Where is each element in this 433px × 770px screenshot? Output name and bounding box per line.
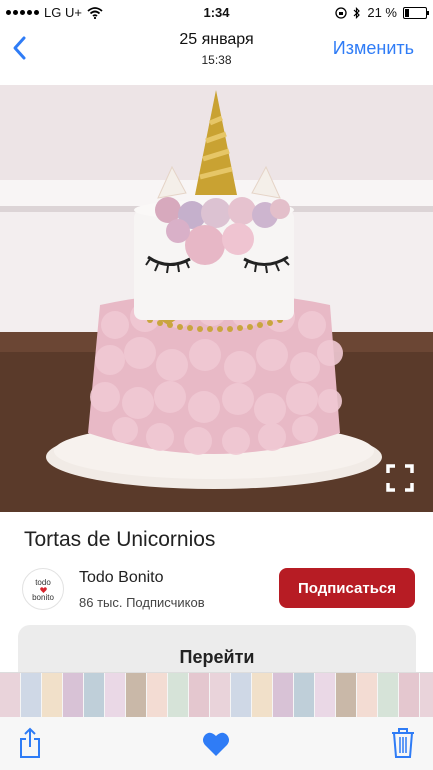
- subscribe-button[interactable]: Подписаться: [279, 568, 415, 608]
- thumbnail-item[interactable]: [420, 673, 433, 717]
- board-name[interactable]: Todo Bonito: [79, 569, 164, 587]
- thumbnail-item[interactable]: [252, 673, 272, 717]
- thumbnail-item[interactable]: [21, 673, 41, 717]
- logo-text-line1: todo: [35, 578, 51, 587]
- thumbnail-item[interactable]: [63, 673, 83, 717]
- thumbnail-item[interactable]: [210, 673, 230, 717]
- thumbnail-item[interactable]: [273, 673, 293, 717]
- thumbnail-item[interactable]: [315, 673, 335, 717]
- thumbnail-item[interactable]: [231, 673, 251, 717]
- edit-button[interactable]: Изменить: [333, 38, 414, 59]
- fullscreen-icon[interactable]: [385, 463, 415, 493]
- unicorn-cake-image: [0, 85, 433, 512]
- thumbnail-item[interactable]: [378, 673, 398, 717]
- thumbnail-item[interactable]: [42, 673, 62, 717]
- thumbnail-item[interactable]: [168, 673, 188, 717]
- navigation-bar: 25 января 15:38 Изменить: [0, 26, 433, 72]
- heart-icon[interactable]: [202, 731, 230, 757]
- thumbnail-item[interactable]: [357, 673, 377, 717]
- cake-photo[interactable]: [0, 85, 433, 512]
- thumbnail-item[interactable]: [84, 673, 104, 717]
- bottom-toolbar: [0, 717, 433, 770]
- trash-icon[interactable]: [391, 727, 415, 759]
- pin-title: Tortas de Unicornios: [24, 528, 216, 551]
- thumbnail-item[interactable]: [189, 673, 209, 717]
- battery-percent: 21 %: [367, 5, 397, 20]
- thumbnail-item[interactable]: [126, 673, 146, 717]
- thumbnail-item[interactable]: [336, 673, 356, 717]
- thumbnail-item[interactable]: [0, 673, 20, 717]
- bluetooth-icon: [353, 6, 361, 19]
- battery-icon: [403, 6, 429, 19]
- status-right: 21 %: [335, 5, 429, 20]
- board-avatar[interactable]: todo bonito: [22, 568, 64, 610]
- status-bar: LG U+ 1:34 21 %: [0, 0, 433, 26]
- share-icon[interactable]: [17, 727, 43, 759]
- thumbnail-item[interactable]: [294, 673, 314, 717]
- thumbnail-strip[interactable]: [0, 672, 433, 718]
- thumbnail-item[interactable]: [147, 673, 167, 717]
- thumbnail-item[interactable]: [399, 673, 419, 717]
- rotation-lock-icon: [335, 6, 348, 19]
- thumbnail-item[interactable]: [105, 673, 125, 717]
- followers-count: 86 тыс. Подписчиков: [79, 595, 205, 610]
- logo-text-line2: bonito: [32, 593, 54, 602]
